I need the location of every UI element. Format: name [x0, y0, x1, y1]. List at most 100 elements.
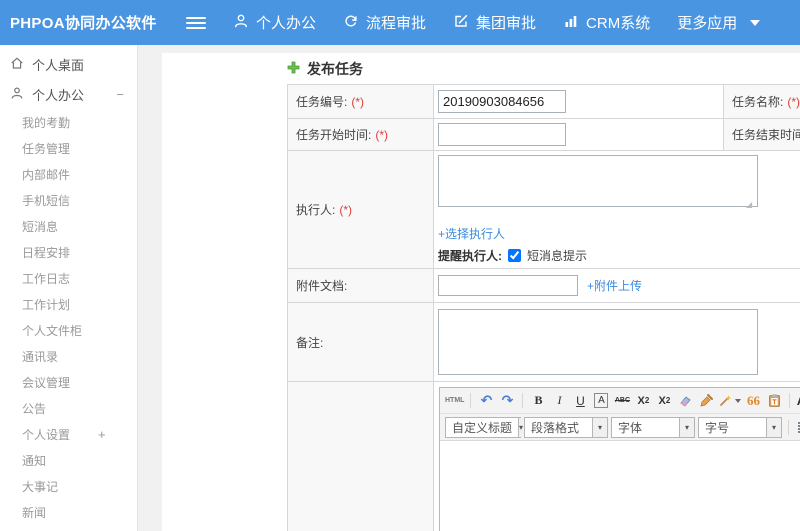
phpoa-app: PHPOA协同办公软件 个人办公 流程审批 集团审批 CRM系统 更多应用 个人…: [0, 0, 800, 531]
nav-more-apps[interactable]: 更多应用: [677, 12, 761, 33]
remark-textarea[interactable]: [438, 309, 758, 375]
rich-text-editor: HTML ↶ ↷ B I U A ABC X 2 X 2 66 自定义标题 ▾ …: [439, 387, 800, 531]
sidebar-item-internal-mail[interactable]: 内部邮件: [0, 161, 137, 187]
eraser-icon[interactable]: [676, 391, 694, 410]
sidebar-item-personal-file-cabinet[interactable]: 个人文件柜: [0, 317, 137, 343]
main-nav: 个人办公 流程审批 集团审批 CRM系统 更多应用: [233, 12, 761, 33]
caret-down-icon: [750, 19, 761, 26]
page-title-text: 发布任务: [307, 60, 363, 77]
main-area: 发布任务 任务编号:(*) 任务名称:(*): [162, 45, 800, 531]
sidebar-item-label: 公告: [22, 401, 47, 416]
sidebar-item-contacts[interactable]: 通讯录: [0, 343, 137, 369]
sidebar-item-label: 短消息: [22, 219, 59, 234]
italic-button[interactable]: I: [550, 391, 568, 410]
sidebar-item-label: 新闻: [22, 505, 47, 520]
sidebar-item-schedule[interactable]: 日程安排: [0, 239, 137, 265]
executor-label-cell: 执行人: (*): [287, 150, 434, 269]
field-label: 备注:: [296, 335, 324, 350]
nav-label: 个人办公: [256, 15, 317, 32]
superscript-button[interactable]: X2: [634, 391, 652, 410]
underline-button[interactable]: U: [571, 391, 589, 410]
sidebar: 个人桌面 个人办公 − 我的考勤 任务管理 内部邮件 手机短信 短消息 日程安排…: [0, 45, 138, 531]
field-label: 附件文档:: [296, 279, 348, 293]
field-label: 任务编号:: [296, 95, 348, 109]
html-source-button[interactable]: HTML: [445, 391, 464, 410]
blockquote-button[interactable]: 66: [744, 391, 762, 410]
sidebar-item-task-management[interactable]: 任务管理: [0, 135, 137, 161]
select-executor-link[interactable]: +选择执行人: [438, 225, 505, 242]
quick-format-wand-icon[interactable]: [718, 391, 742, 410]
paste-icon[interactable]: [765, 391, 783, 410]
start-time-field-cell: [433, 118, 724, 151]
font-size-select[interactable]: 字号 ▾: [698, 416, 782, 438]
plus-icon: [287, 61, 300, 77]
attachment-input[interactable]: [438, 275, 578, 296]
task-number-input[interactable]: [438, 90, 566, 113]
start-time-input[interactable]: [438, 123, 566, 146]
sidebar-item-announcement[interactable]: 公告: [0, 395, 137, 421]
font-color-button[interactable]: A: [796, 391, 800, 410]
attachment-upload-link[interactable]: +附件上传: [587, 277, 642, 294]
caret-down-icon: ▾: [518, 417, 524, 437]
bold-button[interactable]: B: [529, 391, 547, 410]
align-left-icon[interactable]: [795, 418, 800, 437]
collapse-minus-icon[interactable]: −: [116, 87, 124, 102]
app-logo: PHPOA协同办公软件: [10, 15, 157, 32]
editor-toolbar-row2: 自定义标题 ▾ 段落格式 ▾ 字体 ▾ 字号 ▾: [440, 414, 800, 441]
strikethrough-button[interactable]: ABC: [613, 391, 631, 410]
remark-field-cell: [433, 302, 800, 382]
font-size-box-button[interactable]: A: [594, 393, 609, 408]
undo-icon[interactable]: ↶: [477, 391, 495, 410]
task-number-label-cell: 任务编号: (*): [287, 84, 434, 119]
sidebar-item-memorabilia[interactable]: 大事记: [0, 473, 137, 499]
sidebar-item-personal-settings[interactable]: 个人设置 +: [0, 421, 137, 447]
sidebar-item-label: 内部邮件: [22, 167, 71, 182]
paragraph-format-select[interactable]: 段落格式 ▾: [524, 416, 608, 438]
sidebar-item-label: 任务管理: [22, 141, 71, 156]
sidebar-item-my-attendance[interactable]: 我的考勤: [0, 109, 137, 135]
subscript-button[interactable]: X2: [655, 391, 673, 410]
bar-chart-icon: [563, 13, 579, 33]
row-remark: 备注:: [287, 302, 800, 382]
nav-label: CRM系统: [586, 15, 651, 32]
description-field-cell: HTML ↶ ↷ B I U A ABC X 2 X 2 66 自定义标题 ▾ …: [433, 381, 800, 531]
sidebar-item-label: 手机短信: [22, 193, 71, 208]
attachment-field-cell: +附件上传: [433, 268, 800, 303]
nav-personal-office[interactable]: 个人办公: [233, 12, 316, 33]
required-mark: (*): [375, 128, 389, 142]
sidebar-item-short-message[interactable]: 短消息: [0, 213, 137, 239]
caret-down-icon: ▾: [679, 417, 694, 437]
editor-content-area[interactable]: [440, 441, 800, 531]
sidebar-item-notice[interactable]: 通知: [0, 447, 137, 473]
expand-plus-icon[interactable]: +: [98, 427, 106, 442]
font-family-select[interactable]: 字体 ▾: [611, 416, 695, 438]
sidebar-item-meeting-management[interactable]: 会议管理: [0, 369, 137, 395]
editor-toolbar-row1: HTML ↶ ↷ B I U A ABC X 2 X 2 66: [440, 388, 800, 414]
nav-label: 集团审批: [476, 15, 537, 32]
field-label: 任务开始时间:: [296, 128, 372, 142]
content: 发布任务 任务编号:(*) 任务名称:(*): [162, 53, 800, 531]
remark-label-cell: 备注:: [287, 302, 434, 382]
executor-textarea[interactable]: [438, 155, 758, 207]
sms-remind-checkbox[interactable]: [508, 249, 521, 262]
nav-process-approval[interactable]: 流程审批: [343, 12, 426, 33]
format-brush-icon[interactable]: [697, 391, 715, 410]
sidebar-item-personal-office[interactable]: 个人办公 −: [0, 79, 137, 109]
redo-icon[interactable]: ↷: [498, 391, 516, 410]
start-time-label-cell: 任务开始时间: (*): [287, 118, 434, 151]
sidebar-item-label: 工作日志: [22, 271, 71, 286]
sidebar-item-mobile-sms[interactable]: 手机短信: [0, 187, 137, 213]
field-label: 任务名称:: [732, 95, 784, 109]
sidebar-item-news[interactable]: 新闻: [0, 499, 137, 525]
sidebar-item-personal-desktop[interactable]: 个人桌面: [0, 49, 137, 79]
select-label: 字体: [618, 420, 643, 435]
sidebar-item-label: 个人办公: [32, 87, 85, 103]
menu-toggle-icon[interactable]: [186, 16, 206, 29]
nav-crm-system[interactable]: CRM系统: [563, 12, 650, 33]
required-mark: (*): [351, 95, 365, 109]
sidebar-item-work-plan[interactable]: 工作计划: [0, 291, 137, 317]
sidebar-item-label: 日程安排: [22, 245, 71, 260]
nav-group-approval[interactable]: 集团审批: [453, 12, 536, 33]
sidebar-item-work-log[interactable]: 工作日志: [0, 265, 137, 291]
custom-heading-select[interactable]: 自定义标题 ▾: [445, 416, 524, 438]
